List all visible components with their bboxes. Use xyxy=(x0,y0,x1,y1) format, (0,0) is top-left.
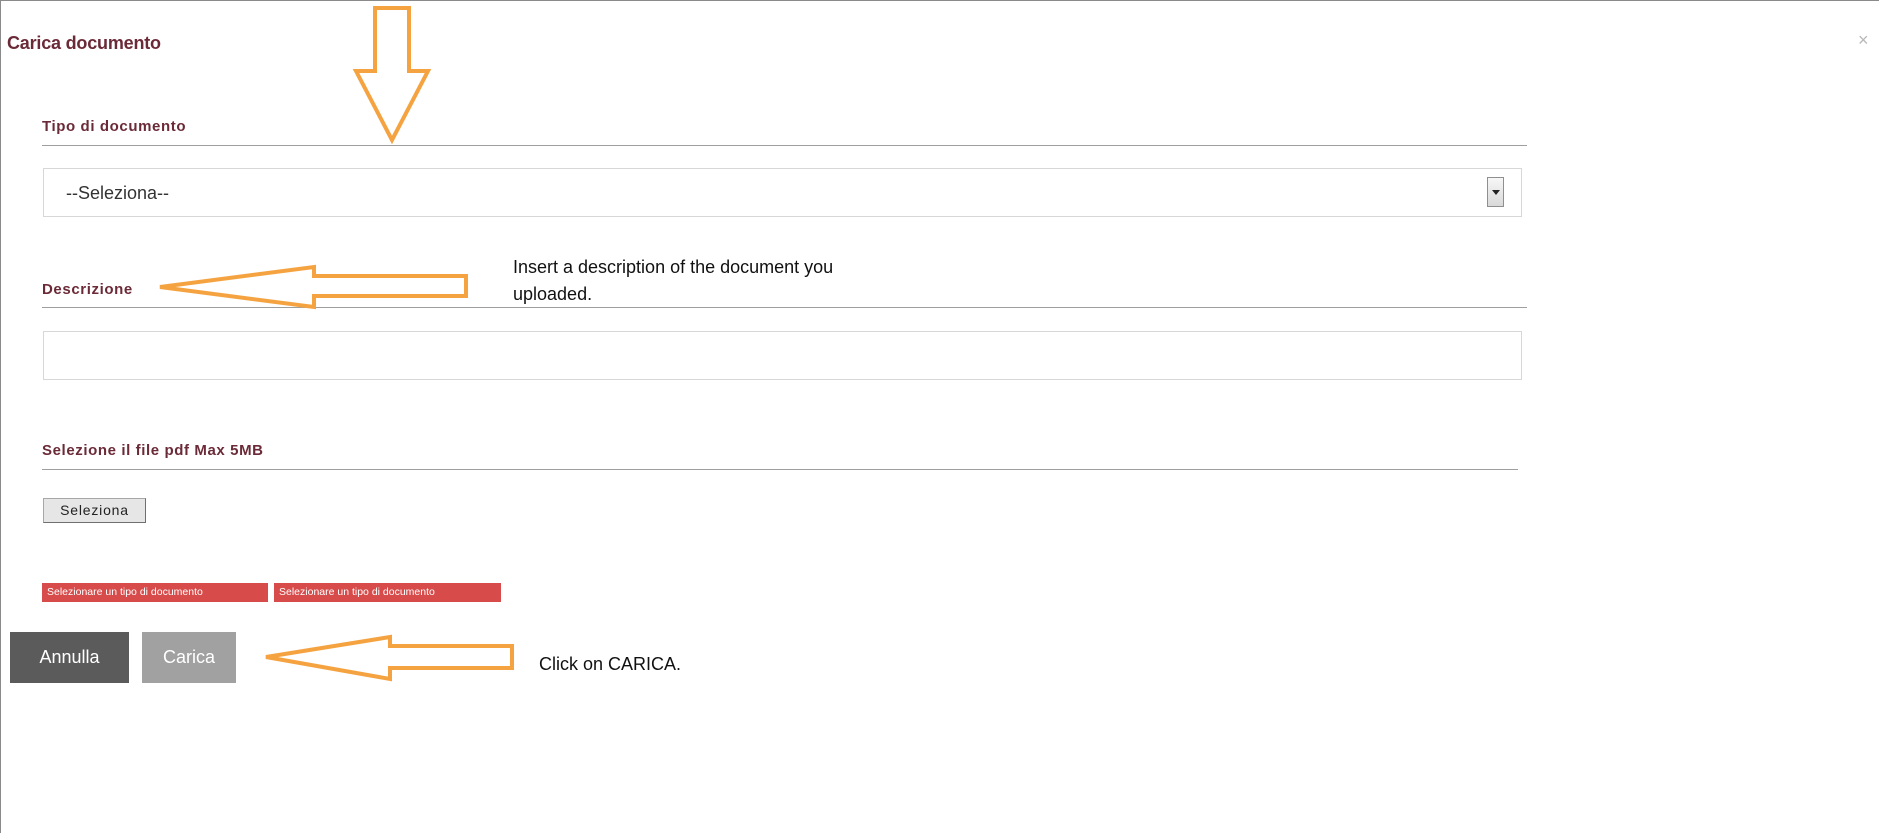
description-callout-text: Insert a description of the document you… xyxy=(513,257,834,304)
left-arrow-annotation-upload xyxy=(265,634,514,682)
upload-callout-text: Click on CARICA. xyxy=(539,654,682,674)
